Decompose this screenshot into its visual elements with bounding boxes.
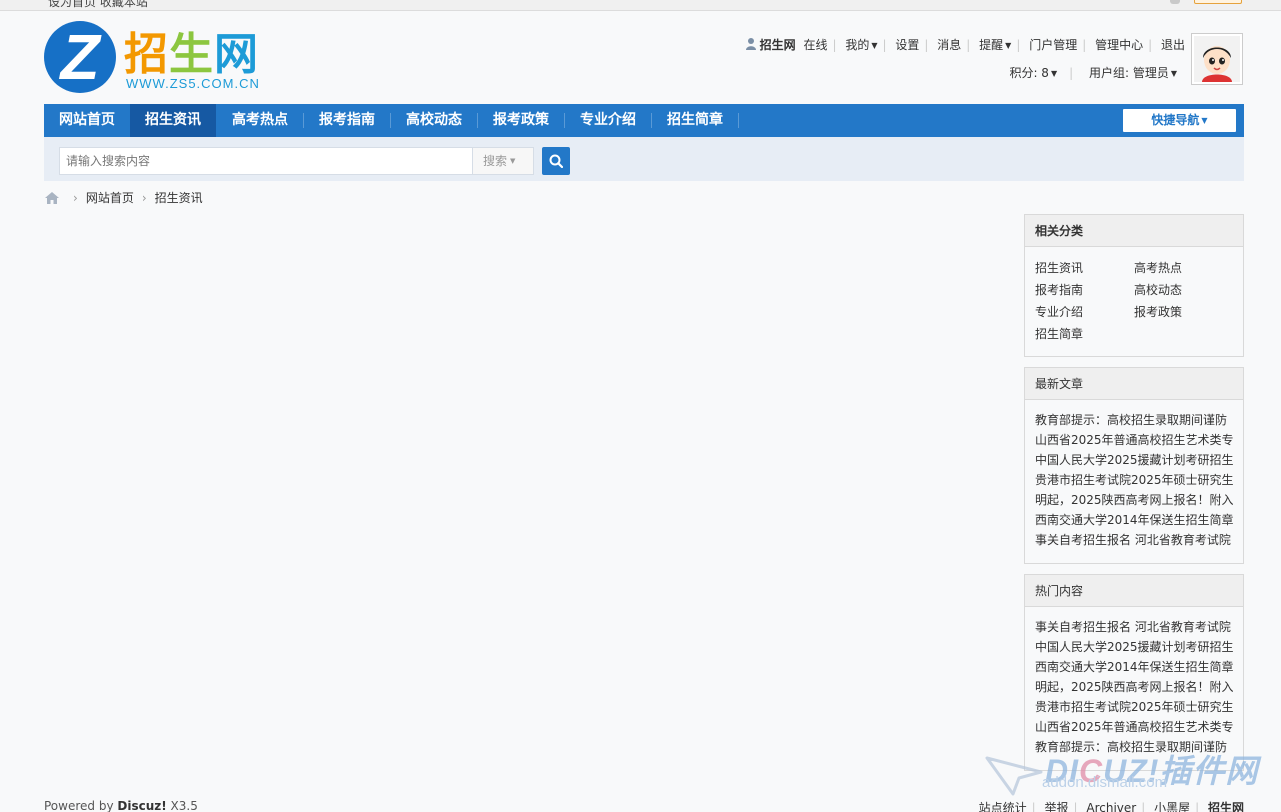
mobile-icon[interactable] xyxy=(1170,0,1180,4)
category-link[interactable]: 报考指南 xyxy=(1035,279,1134,301)
box-title: 最新文章 xyxy=(1025,368,1243,400)
category-link[interactable]: 报考政策 xyxy=(1134,301,1234,323)
remind-menu[interactable]: 提醒 ▼ xyxy=(979,36,1011,53)
top-bar-button[interactable] xyxy=(1194,0,1242,4)
caret-down-icon: ▼ xyxy=(871,41,878,50)
online-status[interactable]: 在线 xyxy=(803,36,827,53)
quick-nav-button[interactable]: 快捷导航 ▼ xyxy=(1123,109,1236,132)
main-nav: 网站首页 招生资讯 高考热点 报考指南 高校动态 报考政策 专业介绍 招生简章 … xyxy=(44,104,1244,137)
category-link[interactable]: 高考热点 xyxy=(1134,257,1234,279)
watermark-arrow-icon xyxy=(985,756,1043,796)
site-logo[interactable]: Z 招生网 WWW.ZS5.COM.CN xyxy=(44,20,276,94)
nav-item-colleges[interactable]: 高校动态 xyxy=(391,104,477,137)
portal-admin-link[interactable]: 门户管理 xyxy=(1029,36,1077,53)
category-link[interactable]: 招生简章 xyxy=(1035,323,1134,345)
article-link[interactable]: 中国人民大学2025援藏计划考研招生 xyxy=(1035,450,1233,470)
usergroup-menu[interactable]: 用户组: 管理员 ▼ xyxy=(1089,66,1177,80)
article-link[interactable]: 西南交通大学2014年保送生招生简章 xyxy=(1035,657,1233,677)
logo-text: 招生网 xyxy=(124,29,259,80)
article-link[interactable]: 教育部提示：高校招生录取期间谨防 xyxy=(1035,410,1233,430)
avatar[interactable] xyxy=(1191,33,1243,85)
avatar-cartoon-icon xyxy=(1194,36,1240,82)
nav-item-brochure[interactable]: 招生简章 xyxy=(652,104,738,137)
breadcrumb-home[interactable]: 网站首页 xyxy=(86,191,134,205)
article-link[interactable]: 事关自考招生报名 河北省教育考试院 xyxy=(1035,617,1233,637)
article-link[interactable]: 明起，2025陕西高考网上报名！附入 xyxy=(1035,677,1233,697)
footer-links: 站点统计 | 举报 | Archiver | 小黑屋 | 招生网 xyxy=(979,799,1244,812)
caret-down-icon: ▼ xyxy=(1005,41,1012,50)
article-link[interactable]: 事关自考招生报名 河北省教育考试院 xyxy=(1035,530,1233,550)
caret-down-icon: ▼ xyxy=(1050,69,1058,78)
settings-link[interactable]: 设置 xyxy=(895,36,919,53)
article-link[interactable]: 西南交通大学2014年保送生招生简章 xyxy=(1035,510,1233,530)
breadcrumb-current[interactable]: 招生资讯 xyxy=(155,191,203,205)
user-icon xyxy=(745,38,756,50)
powered-by: Powered by Discuz! X3.5 xyxy=(44,799,198,812)
watermark-domain: addon.dismall.com xyxy=(1042,774,1168,791)
nav-item-news[interactable]: 招生资讯 xyxy=(130,104,216,137)
watermark: DICUZ!插件网 addon.dismall.com xyxy=(985,744,1275,804)
nav-divider xyxy=(738,113,739,128)
footer-link-report[interactable]: 举报 xyxy=(1044,801,1068,812)
caret-down-icon: ▼ xyxy=(1170,69,1177,78)
search-icon xyxy=(549,154,563,168)
related-categories-box: 相关分类 招生资讯 高考热点 报考指南 高校动态 专业介绍 报考政策 招生简章 xyxy=(1024,214,1244,357)
nav-item-policy[interactable]: 报考政策 xyxy=(478,104,564,137)
caret-down-icon: ▼ xyxy=(1201,116,1208,125)
box-title: 相关分类 xyxy=(1025,215,1243,247)
logo-z-icon: Z xyxy=(44,21,116,93)
footer-link-site[interactable]: 招生网 xyxy=(1208,801,1244,812)
footer-link-archiver[interactable]: Archiver xyxy=(1086,801,1136,812)
nav-item-guide[interactable]: 报考指南 xyxy=(304,104,390,137)
discuz-link[interactable]: Discuz! xyxy=(117,799,166,812)
breadcrumb-separator: › xyxy=(141,191,147,205)
user-stats: 积分: 8 ▼ | 用户组: 管理员 ▼ xyxy=(1009,66,1177,80)
nav-item-hot[interactable]: 高考热点 xyxy=(217,104,303,137)
article-link[interactable]: 中国人民大学2025援藏计划考研招生 xyxy=(1035,637,1233,657)
search-button[interactable] xyxy=(542,147,570,175)
box-title: 热门内容 xyxy=(1025,575,1243,607)
top-bar: 设为首页 收藏本站 xyxy=(0,0,1281,11)
nav-item-majors[interactable]: 专业介绍 xyxy=(565,104,651,137)
article-link[interactable]: 贵港市招生考试院2025年硕士研究生 xyxy=(1035,470,1233,490)
points-menu[interactable]: 积分: 8 ▼ xyxy=(1009,66,1057,80)
breadcrumb-separator: › xyxy=(73,191,78,205)
article-link[interactable]: 山西省2025年普通高校招生艺术类专 xyxy=(1035,430,1233,450)
category-link[interactable]: 招生资讯 xyxy=(1035,257,1134,279)
breadcrumb: › 网站首页 › 招生资讯 xyxy=(45,189,203,207)
user-nav: 招生网 在线 | 我的 ▼ | 设置 | 消息 | 提醒 ▼ | 门户管理 | 管理中心 | 退出 xyxy=(745,36,1185,53)
category-link[interactable]: 高校动态 xyxy=(1134,279,1234,301)
messages-link[interactable]: 消息 xyxy=(937,36,961,53)
nav-item-home[interactable]: 网站首页 xyxy=(44,104,130,137)
search-input[interactable] xyxy=(59,147,473,175)
footer-link-blacklist[interactable]: 小黑屋 xyxy=(1154,801,1190,812)
latest-articles-box: 最新文章 教育部提示：高校招生录取期间谨防 山西省2025年普通高校招生艺术类专… xyxy=(1024,367,1244,564)
logo-url: WWW.ZS5.COM.CN xyxy=(126,76,260,91)
article-link[interactable]: 贵港市招生考试院2025年硕士研究生 xyxy=(1035,697,1233,717)
logout-link[interactable]: 退出 xyxy=(1161,36,1185,53)
my-menu[interactable]: 我的 ▼ xyxy=(845,36,877,53)
top-bar-links[interactable]: 设为首页 收藏本站 xyxy=(48,0,148,10)
search-type-select[interactable]: 搜索 ▼ xyxy=(472,147,534,175)
category-link[interactable]: 专业介绍 xyxy=(1035,301,1134,323)
search-bar: 搜索▼ xyxy=(44,137,1244,181)
admin-center-link[interactable]: 管理中心 xyxy=(1095,36,1143,53)
username-link[interactable]: 招生网 xyxy=(760,36,796,53)
home-icon[interactable] xyxy=(45,192,59,204)
hot-content-box: 热门内容 事关自考招生报名 河北省教育考试院 中国人民大学2025援藏计划考研招… xyxy=(1024,574,1244,771)
caret-down-icon: ▼ xyxy=(510,157,516,165)
article-link[interactable]: 明起，2025陕西高考网上报名！附入 xyxy=(1035,490,1233,510)
footer-link-stats[interactable]: 站点统计 xyxy=(979,801,1027,812)
article-link[interactable]: 山西省2025年普通高校招生艺术类专 xyxy=(1035,717,1233,737)
